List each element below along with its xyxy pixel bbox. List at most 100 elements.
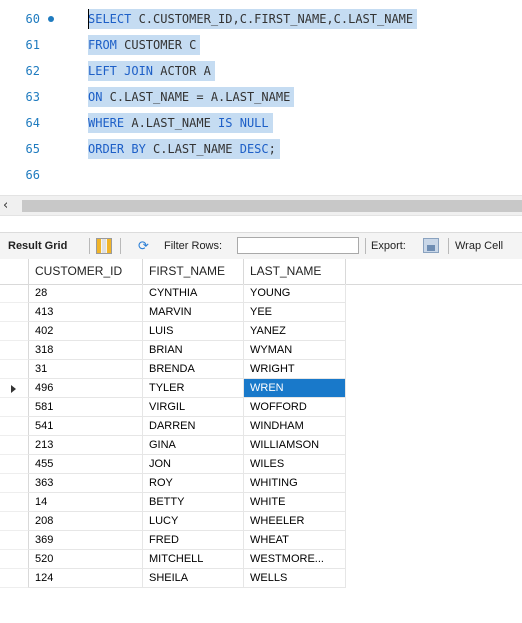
cell-first-name[interactable]: FRED	[143, 531, 244, 550]
table-row[interactable]: 455 JON WILES	[0, 455, 522, 474]
table-row[interactable]: 363 ROY WHITING	[0, 474, 522, 493]
code-line[interactable]: 60 SELECT C.CUSTOMER_ID,C.FIRST_NAME,C.LA…	[0, 6, 522, 32]
cell-customer-id[interactable]: 541	[29, 417, 143, 436]
cell-last-name[interactable]: WHITE	[244, 493, 346, 512]
cell-customer-id[interactable]: 455	[29, 455, 143, 474]
row-header[interactable]	[0, 322, 29, 341]
code-text[interactable]: ON C.LAST_NAME = A.LAST_NAME	[88, 87, 295, 107]
cell-last-name[interactable]: WRIGHT	[244, 360, 346, 379]
code-text[interactable]: SELECT C.CUSTOMER_ID,C.FIRST_NAME,C.LAST…	[88, 9, 418, 29]
code-line[interactable]: 63 ON C.LAST_NAME = A.LAST_NAME	[0, 84, 522, 110]
row-header[interactable]	[0, 303, 29, 322]
row-header[interactable]	[0, 341, 29, 360]
cell-first-name[interactable]: BRIAN	[143, 341, 244, 360]
cell-first-name[interactable]: JON	[143, 455, 244, 474]
cell-last-name[interactable]: WOFFORD	[244, 398, 346, 417]
row-header[interactable]	[0, 569, 29, 588]
cell-customer-id[interactable]: 28	[29, 284, 143, 303]
column-header-last-name[interactable]: LAST_NAME	[244, 259, 346, 284]
result-grid[interactable]: CUSTOMER_ID FIRST_NAME LAST_NAME 28 CYNTH…	[0, 259, 522, 623]
cell-customer-id[interactable]: 208	[29, 512, 143, 531]
cell-customer-id[interactable]: 14	[29, 493, 143, 512]
cell-first-name[interactable]: SHEILA	[143, 569, 244, 588]
row-header[interactable]	[0, 436, 29, 455]
scroll-left-icon[interactable]: ‹	[3, 196, 8, 215]
cell-last-name[interactable]: YEE	[244, 303, 346, 322]
table-row[interactable]: 581 VIRGIL WOFFORD	[0, 398, 522, 417]
table-row[interactable]: 413 MARVIN YEE	[0, 303, 522, 322]
refresh-icon[interactable]: ⟳	[138, 237, 149, 255]
row-header[interactable]	[0, 474, 29, 493]
table-row[interactable]: 369 FRED WHEAT	[0, 531, 522, 550]
cell-customer-id[interactable]: 31	[29, 360, 143, 379]
cell-customer-id[interactable]: 363	[29, 474, 143, 493]
cell-customer-id[interactable]: 318	[29, 341, 143, 360]
code-line[interactable]: 61 FROM CUSTOMER C	[0, 32, 522, 58]
cell-customer-id[interactable]: 496	[29, 379, 143, 398]
row-header[interactable]	[0, 417, 29, 436]
cell-last-name[interactable]: WILLIAMSON	[244, 436, 346, 455]
table-row[interactable]: 213 GINA WILLIAMSON	[0, 436, 522, 455]
column-header-first-name[interactable]: FIRST_NAME	[143, 259, 244, 284]
cell-first-name[interactable]: TYLER	[143, 379, 244, 398]
column-header-customer-id[interactable]: CUSTOMER_ID	[29, 259, 143, 284]
scrollbar-thumb[interactable]	[22, 200, 522, 212]
cell-first-name[interactable]: VIRGIL	[143, 398, 244, 417]
cell-first-name[interactable]: DARREN	[143, 417, 244, 436]
cell-last-name[interactable]: WHEAT	[244, 531, 346, 550]
export-icon[interactable]	[423, 238, 439, 253]
code-line[interactable]: 64 WHERE A.LAST_NAME IS NULL	[0, 110, 522, 136]
result-grid-tab[interactable]: Result Grid	[8, 233, 67, 259]
cell-customer-id[interactable]: 520	[29, 550, 143, 569]
cell-customer-id[interactable]: 402	[29, 322, 143, 341]
code-text[interactable]: ORDER BY C.LAST_NAME DESC;	[88, 139, 280, 159]
cell-first-name[interactable]: CYNTHIA	[143, 284, 244, 303]
table-row[interactable]: 318 BRIAN WYMAN	[0, 341, 522, 360]
cell-first-name[interactable]: MARVIN	[143, 303, 244, 322]
cell-first-name[interactable]: ROY	[143, 474, 244, 493]
cell-last-name[interactable]: WHEELER	[244, 512, 346, 531]
table-row[interactable]: 496 TYLER WREN	[0, 379, 522, 398]
row-header[interactable]	[0, 455, 29, 474]
code-line[interactable]: 66	[0, 162, 522, 188]
cell-customer-id[interactable]: 413	[29, 303, 143, 322]
table-row[interactable]: 520 MITCHELL WESTMORE...	[0, 550, 522, 569]
table-row[interactable]: 402 LUIS YANEZ	[0, 322, 522, 341]
cell-customer-id[interactable]: 124	[29, 569, 143, 588]
code-text[interactable]: WHERE A.LAST_NAME IS NULL	[88, 113, 273, 133]
cell-first-name[interactable]: BETTY	[143, 493, 244, 512]
cell-last-name[interactable]: WELLS	[244, 569, 346, 588]
row-header[interactable]	[0, 493, 29, 512]
code-line[interactable]: 65 ORDER BY C.LAST_NAME DESC;	[0, 136, 522, 162]
cell-last-name[interactable]: WYMAN	[244, 341, 346, 360]
cell-last-name[interactable]: YANEZ	[244, 322, 346, 341]
row-header[interactable]	[0, 284, 29, 303]
cell-first-name[interactable]: GINA	[143, 436, 244, 455]
cell-last-name[interactable]: WESTMORE...	[244, 550, 346, 569]
cell-last-name[interactable]: WINDHAM	[244, 417, 346, 436]
cell-first-name[interactable]: BRENDA	[143, 360, 244, 379]
cell-first-name[interactable]: MITCHELL	[143, 550, 244, 569]
cell-last-name[interactable]: YOUNG	[244, 284, 346, 303]
filter-rows-input[interactable]	[237, 237, 359, 254]
cell-customer-id[interactable]: 213	[29, 436, 143, 455]
code-line[interactable]: 62 LEFT JOIN ACTOR A	[0, 58, 522, 84]
row-header[interactable]	[0, 512, 29, 531]
table-row[interactable]: 14 BETTY WHITE	[0, 493, 522, 512]
row-header[interactable]	[0, 531, 29, 550]
row-header[interactable]	[0, 550, 29, 569]
cell-customer-id[interactable]: 369	[29, 531, 143, 550]
row-header[interactable]	[0, 379, 29, 398]
table-row[interactable]: 208 LUCY WHEELER	[0, 512, 522, 531]
wrap-cell-toggle[interactable]: Wrap Cell	[455, 233, 503, 259]
code-text[interactable]: FROM CUSTOMER C	[88, 35, 201, 55]
cell-customer-id[interactable]: 581	[29, 398, 143, 417]
editor-horizontal-scrollbar[interactable]: ‹	[0, 195, 522, 216]
code-text[interactable]: LEFT JOIN ACTOR A	[88, 61, 215, 81]
sql-editor[interactable]: 60 SELECT C.CUSTOMER_ID,C.FIRST_NAME,C.LA…	[0, 0, 522, 192]
cell-first-name[interactable]: LUCY	[143, 512, 244, 531]
cell-last-name[interactable]: WILES	[244, 455, 346, 474]
table-row[interactable]: 31 BRENDA WRIGHT	[0, 360, 522, 379]
row-header[interactable]	[0, 398, 29, 417]
row-header[interactable]	[0, 360, 29, 379]
